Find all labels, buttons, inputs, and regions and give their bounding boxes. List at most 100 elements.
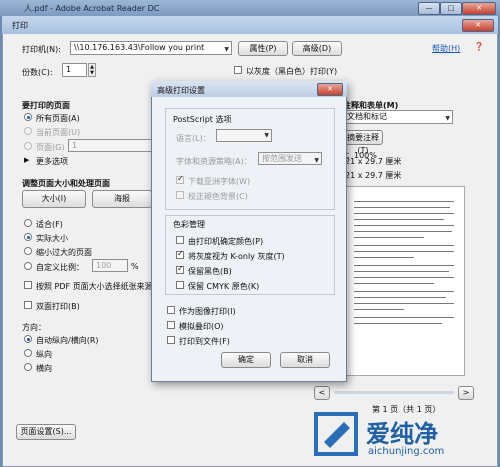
actual-size-radio[interactable] [24, 233, 32, 241]
cancel-button[interactable]: 取消 [280, 352, 330, 368]
watermark-logo-text: 爱纯净 [366, 420, 438, 448]
treat-gray-as-k-checkbox[interactable] [176, 249, 184, 259]
custom-scale-radio[interactable] [24, 262, 32, 270]
poster-button[interactable]: 海报 [92, 190, 152, 208]
landscape-radio[interactable] [24, 363, 32, 371]
percent-label: % [131, 262, 139, 271]
window-title-bar: 人.pdf - Adobe Acrobat Reader DC — □ ✕ [0, 0, 500, 16]
print-as-image-label: 作为图像打印(I) [179, 307, 236, 316]
paper-source-label: 按照 PDF 页面大小选择纸张来源(Z) [36, 282, 165, 291]
chevron-down-icon: ▼ [314, 157, 319, 164]
portrait-radio[interactable] [24, 349, 32, 357]
treat-gray-as-k-label: 将灰度视为 K-only 灰度(T) [188, 252, 285, 261]
more-options-label[interactable]: 更多选项 [36, 156, 68, 167]
preserve-cmyk-checkbox[interactable] [176, 281, 184, 289]
terms-select[interactable]: ▼ [216, 129, 272, 142]
watermark-url: aichunjing.com [368, 446, 445, 457]
print-as-image-checkbox[interactable] [167, 306, 175, 314]
landscape-label: 横向 [36, 364, 52, 373]
preserve-black-checkbox[interactable] [176, 264, 184, 274]
print-dialog-close-button[interactable]: ✕ [462, 19, 494, 32]
preserve-cmyk-label: 保留 CMYK 原色(K) [188, 282, 260, 291]
pages-radio[interactable] [24, 142, 32, 150]
ok-button[interactable]: 确定 [221, 352, 271, 368]
current-page-radio[interactable] [24, 127, 32, 135]
font-download-label: 字体和资源策略(A)： [176, 157, 252, 166]
fit-label: 适合(F) [36, 220, 63, 229]
properties-button[interactable]: 属性(P) [238, 41, 288, 56]
print-to-file-label: 打印到文件(F) [179, 337, 230, 346]
auto-orientation-label: 自动纵向/横向(R) [36, 336, 99, 345]
orientation-label: 方向： [22, 323, 46, 332]
window-close-button[interactable]: ✕ [462, 2, 496, 15]
duplex-checkbox[interactable] [24, 301, 32, 309]
terms-label: 语言(L)： [176, 134, 211, 143]
preview-scrollbar[interactable] [334, 391, 454, 394]
printer-select[interactable]: \\10.176.163.43\Follow you print ▼ [70, 41, 232, 55]
window-title: 人.pdf - Adobe Acrobat Reader DC [24, 4, 160, 13]
simulate-overprint-label: 模拟叠印(O) [179, 322, 224, 331]
shrink-oversized-label: 缩小过大的页面 [36, 248, 92, 257]
pages-section-title: 要打印的页面 [22, 101, 70, 110]
advanced-dialog-close-button[interactable]: ✕ [317, 83, 343, 96]
advanced-button[interactable]: 高级(D) [292, 41, 342, 56]
annotations-select-value: 文档和标记 [347, 112, 387, 121]
emit-undercolor-checkbox[interactable] [176, 191, 184, 199]
maximize-button[interactable]: □ [440, 2, 462, 15]
paper-size-text: 21 x 29.7 厘米 [345, 171, 402, 180]
custom-scale-label: 自定义比例： [36, 263, 84, 272]
doc-size-text: 21 x 29.7 厘米 [345, 157, 402, 166]
chevron-down-icon: ▼ [445, 115, 450, 122]
printer-label: 打印机(N): [22, 45, 61, 54]
auto-orientation-radio[interactable] [24, 335, 32, 343]
copies-label: 份数(C): [22, 68, 53, 77]
grayscale-label: 以灰度（黑白色）打印(Y) [246, 67, 338, 76]
advanced-dialog-title: 高级打印设置 [157, 86, 205, 95]
fit-radio[interactable] [24, 219, 32, 227]
font-download-select[interactable]: 按范围发送 ▼ [258, 152, 322, 165]
download-asian-fonts-label: 下载亚洲字体(W) [188, 177, 251, 186]
pages-input[interactable]: 1 [68, 139, 152, 152]
chevron-down-icon: ▼ [264, 132, 269, 139]
annotations-select[interactable]: 文档和标记 ▼ [343, 110, 453, 124]
watermark-logo [314, 412, 358, 456]
sizing-section-title: 调整页面大小和处理页面 [22, 179, 110, 188]
print-preview-page [343, 186, 465, 376]
grayscale-checkbox[interactable] [234, 66, 242, 74]
print-dialog-title-bar: 打印 ✕ [2, 16, 498, 34]
summarize-button[interactable]: 摘要注释(T) [343, 130, 383, 155]
download-asian-fonts-checkbox[interactable] [176, 174, 184, 184]
size-button[interactable]: 大小(I) [22, 190, 86, 208]
font-download-select-value: 按范围发送 [262, 154, 302, 163]
pages-label: 页面(G) [36, 143, 65, 152]
copies-spinner[interactable]: ▲ ▼ [88, 63, 96, 77]
custom-scale-input[interactable]: 100 [92, 259, 128, 272]
expand-triangle-icon[interactable]: ▶ [24, 156, 29, 164]
print-to-file-checkbox[interactable] [167, 336, 175, 344]
printer-determines-color-label: 由打印机确定颜色(P) [188, 237, 264, 246]
printer-select-value: \\10.176.163.43\Follow you print [74, 43, 205, 52]
printer-determines-color-checkbox[interactable] [176, 236, 184, 244]
all-pages-label: 所有页面(A) [36, 114, 80, 123]
page-setup-button[interactable]: 页面设置(S)... [16, 424, 76, 440]
preview-next-button[interactable]: > [458, 386, 474, 400]
chevron-down-icon: ▼ [224, 46, 229, 53]
actual-size-label: 实际大小 [36, 234, 68, 243]
all-pages-radio[interactable] [24, 113, 32, 121]
shrink-oversized-radio[interactable] [24, 247, 32, 255]
preview-prev-button[interactable]: < [314, 386, 330, 400]
help-link[interactable]: 帮助(H) [432, 43, 460, 54]
print-dialog-title: 打印 [12, 21, 28, 30]
paper-source-checkbox[interactable] [24, 281, 32, 289]
emit-undercolor-label: 校正褪色背景(C) [188, 192, 248, 201]
help-icon[interactable]: ❓ [474, 42, 484, 51]
duplex-label: 双面打印(B) [36, 302, 80, 311]
postscript-section-title: PostScript 选项 [173, 115, 232, 124]
minimize-button[interactable]: — [418, 2, 440, 15]
current-page-label: 当前页面(U) [36, 128, 81, 137]
advanced-dialog-title-bar: 高级打印设置 ✕ [151, 81, 347, 97]
preserve-black-label: 保留黑色(B) [188, 267, 232, 276]
simulate-overprint-checkbox[interactable] [167, 321, 175, 329]
color-section-title: 色彩管理 [173, 220, 205, 229]
copies-input[interactable]: 1 [62, 63, 87, 77]
